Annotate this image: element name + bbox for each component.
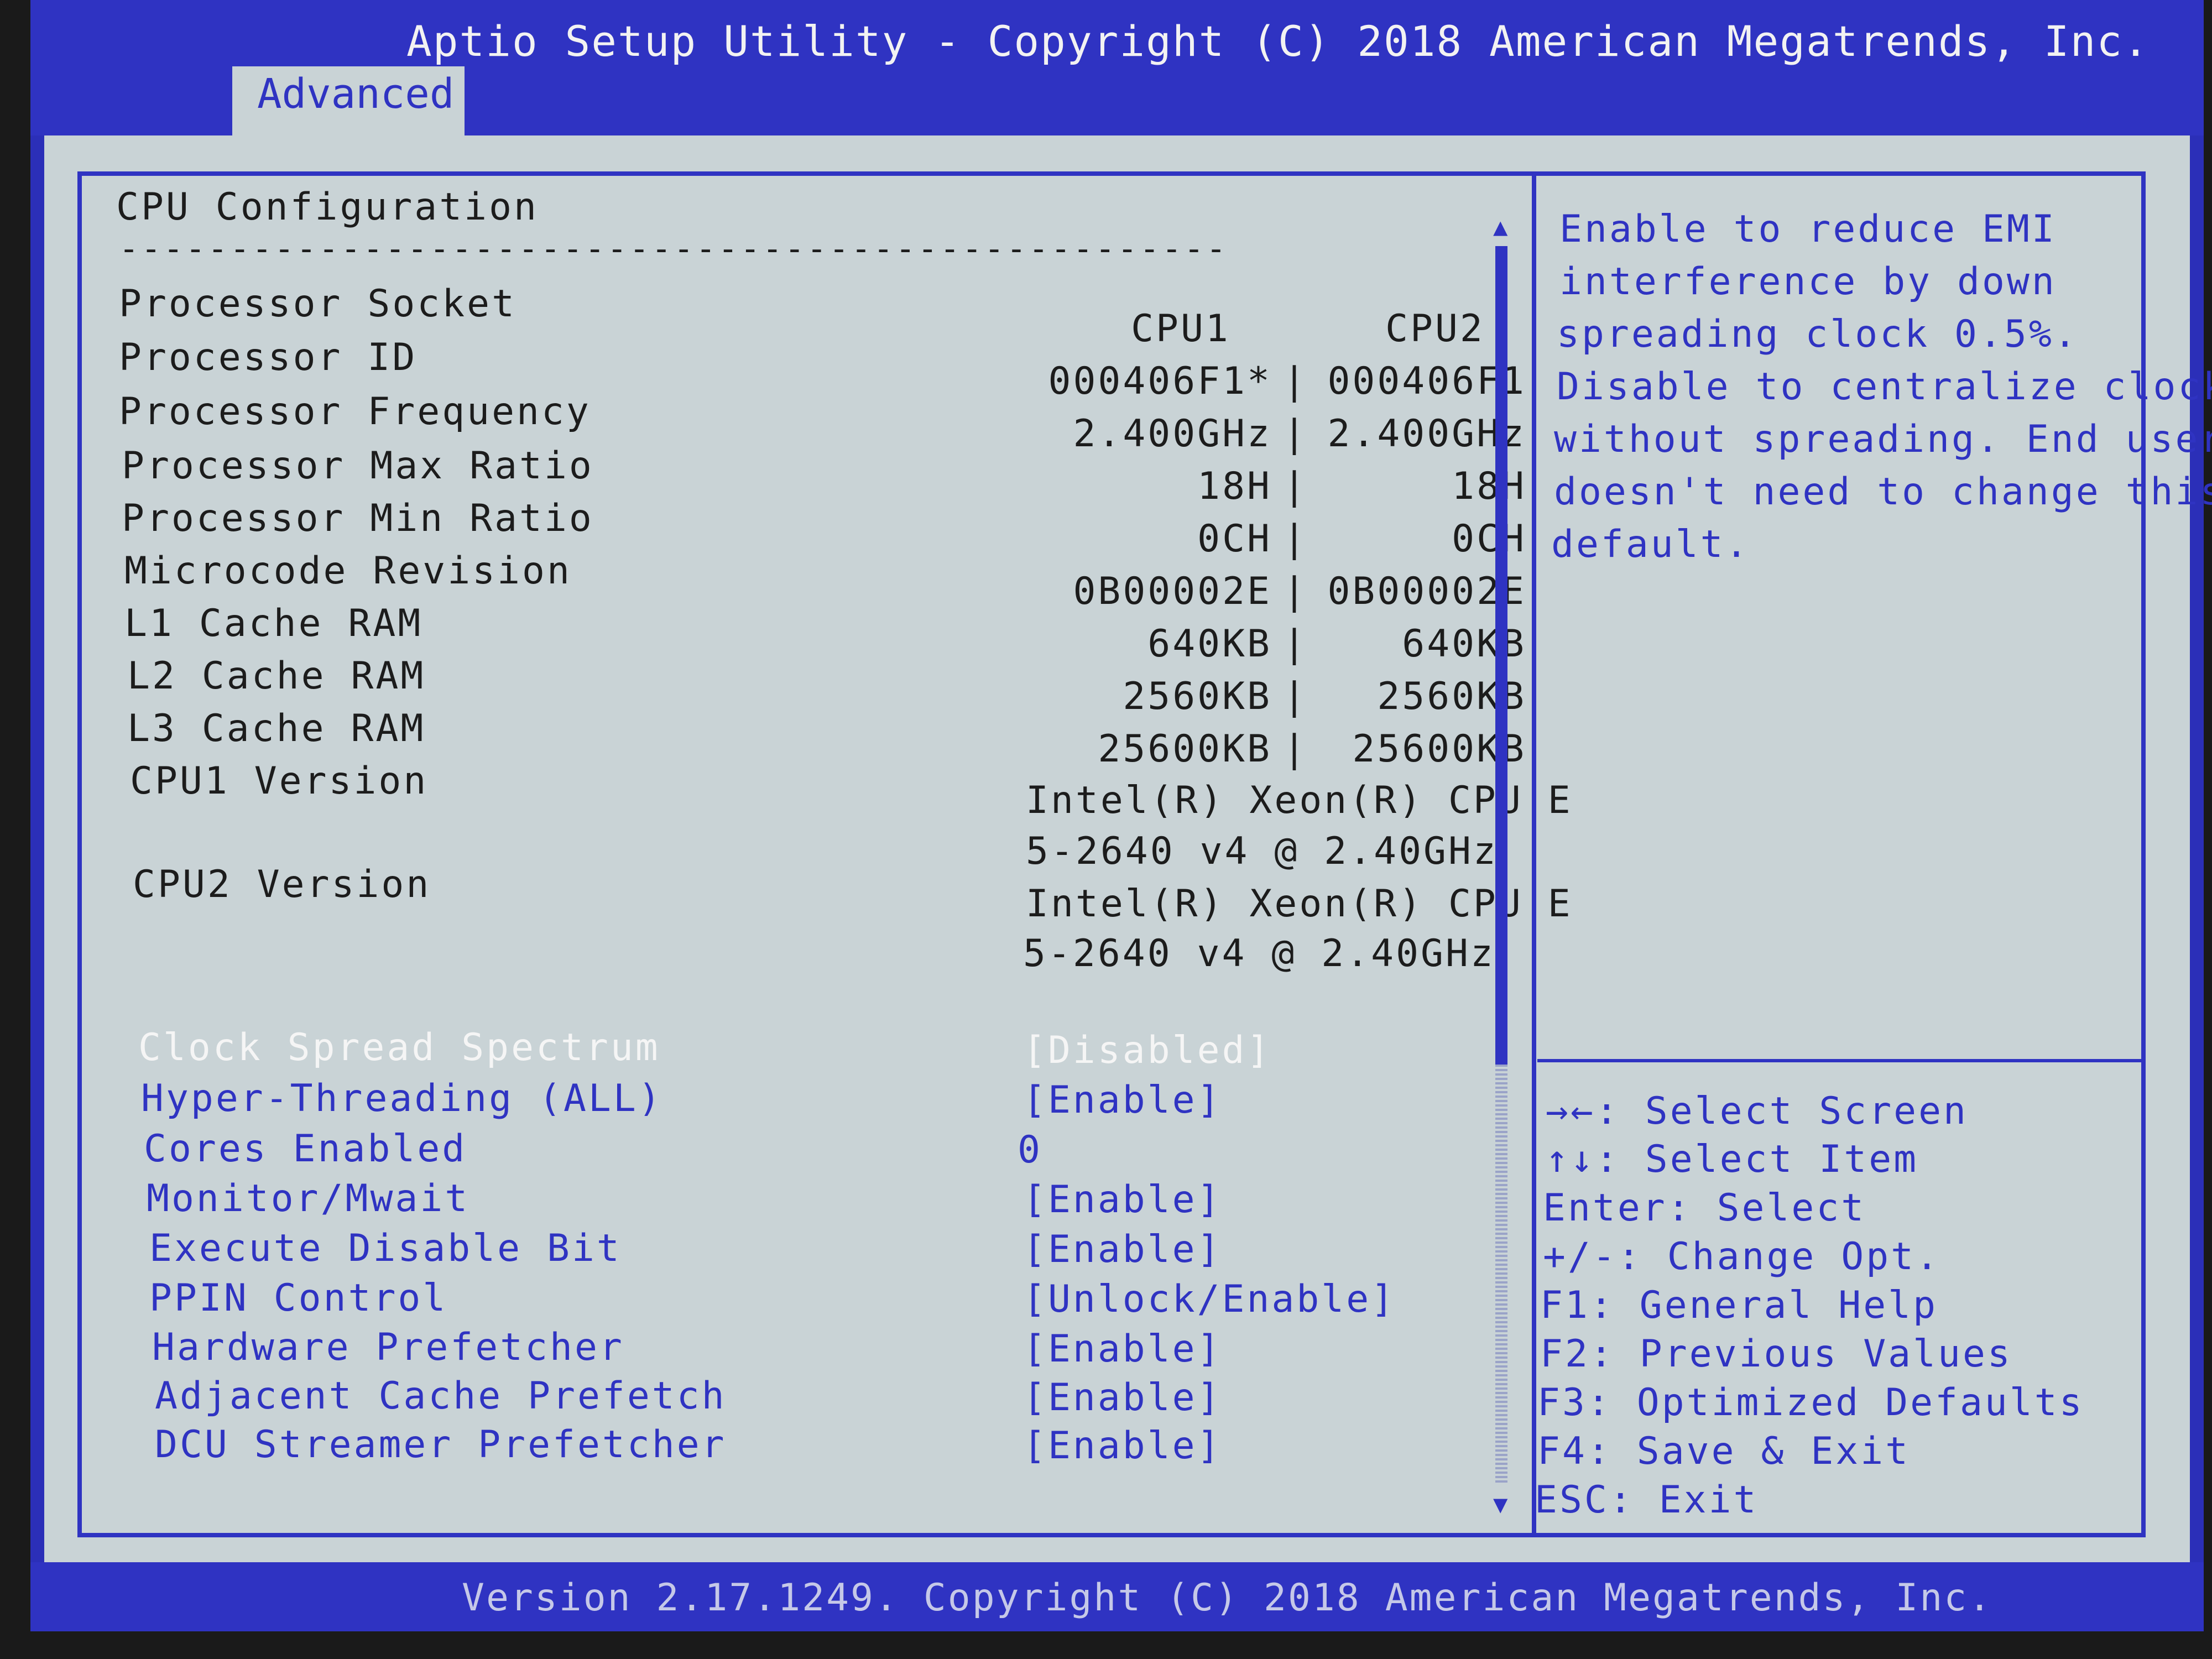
help-line: spreading clock 0.5%. (1557, 312, 2079, 356)
help-line: Disable to centralize clock (1557, 365, 2212, 409)
scroll-up-icon[interactable]: ▲ (1493, 213, 1508, 241)
cpu1-value: 25600KB (1098, 727, 1272, 771)
setting-value[interactable]: 0 (1018, 1128, 1042, 1172)
setting-label: Monitor/Mwait (147, 1177, 470, 1220)
cpu2-version-label: CPU2 Version (133, 863, 431, 906)
key-hint: ↑↓: Select Item (1546, 1138, 1919, 1181)
setting-label: Execute Disable Bit (149, 1227, 622, 1270)
cpu1-value: 2.400GHz (1073, 412, 1272, 456)
title-separator: ----------------------------------------… (119, 229, 1229, 268)
help-line: interference by down (1559, 260, 2057, 304)
setting-label: Clock Spread Spectrum (138, 1026, 660, 1070)
title-bar: Aptio Setup Utility - Copyright (C) 2018… (30, 0, 2204, 135)
help-line: default. (1551, 523, 1750, 566)
cpu1-value: 0B00002E (1073, 570, 1272, 613)
setting-label: PPIN Control (149, 1276, 448, 1320)
key-hint: F3: Optimized Defaults (1537, 1381, 2084, 1425)
setting-label: Adjacent Cache Prefetch (155, 1374, 727, 1418)
cpu2-value: 2560KB (1377, 675, 1526, 718)
bios-screen: Aptio Setup Utility - Copyright (C) 2018… (30, 0, 2212, 1631)
key-hint: →←: Select Screen (1546, 1089, 1968, 1133)
help-line: Enable to reduce EMI (1559, 207, 2057, 251)
cpu2-version-line1: Intel(R) Xeon(R) CPU E (1026, 882, 1573, 926)
cpu1-version-label: CPU1 Version (130, 759, 429, 803)
cpu2-value: 0CH (1452, 517, 1526, 561)
scrollbar[interactable]: ▲ ▼ (1493, 213, 1510, 1551)
setting-value[interactable]: [Enable] (1023, 1078, 1222, 1122)
info-label: L2 Cache RAM (127, 654, 426, 698)
page-title: CPU Configuration (116, 185, 539, 229)
key-hint: ESC: Exit (1535, 1478, 1759, 1522)
info-label: Processor ID (119, 336, 418, 379)
key-hint: Enter: Select (1543, 1186, 1866, 1230)
cpu1-value: 640KB (1147, 622, 1272, 666)
content-area: CPU Configuration ----------------------… (44, 135, 2212, 1562)
version-text: Version 2.17.1249. Copyright (C) 2018 Am… (462, 1576, 1993, 1620)
cpu2-value: 25600KB (1352, 727, 1526, 771)
key-hint: F4: Save & Exit (1537, 1430, 1911, 1473)
info-label: Processor Frequency (119, 390, 591, 434)
help-line: without spreading. End user (1554, 418, 2212, 461)
setting-value[interactable]: [Enable] (1023, 1376, 1222, 1420)
info-label: L3 Cache RAM (127, 707, 426, 750)
setting-value[interactable]: [Enable] (1023, 1424, 1222, 1468)
app-title: Aptio Setup Utility - Copyright (C) 2018… (406, 17, 2150, 66)
info-label: L1 Cache RAM (124, 602, 423, 645)
cpu1-version-line1: Intel(R) Xeon(R) CPU E (1026, 779, 1573, 822)
setting-label: Hardware Prefetcher (152, 1326, 624, 1369)
setting-value[interactable]: [Enable] (1023, 1178, 1222, 1222)
info-label: Processor Min Ratio (122, 497, 594, 540)
cpu1-version-line2: 5-2640 v4 @ 2.40GHz (1026, 830, 1498, 873)
cpu2-value: 18H (1452, 465, 1526, 508)
cpu2-value: 000406F1 (1327, 359, 1526, 403)
setting-value[interactable]: [Enable] (1023, 1327, 1222, 1371)
setting-value[interactable]: [Enable] (1023, 1228, 1222, 1271)
cpu1-header: CPU1 (1131, 307, 1230, 351)
setting-label: Hyper-Threading (ALL) (141, 1077, 663, 1120)
cpu1-value: 000406F1* (1048, 359, 1272, 403)
info-label-processor-socket: Processor Socket (119, 282, 517, 326)
help-divider (1537, 1059, 2146, 1062)
cpu2-value: 640KB (1402, 622, 1526, 666)
cpu2-value: 2.400GHz (1327, 412, 1526, 456)
key-hint: F2: Previous Values (1540, 1332, 2012, 1376)
setting-value[interactable]: [Disabled] (1023, 1029, 1271, 1072)
cpu2-value: 0B00002E (1327, 570, 1526, 613)
setting-label: Cores Enabled (144, 1127, 467, 1171)
scroll-thumb[interactable] (1495, 246, 1507, 1065)
tab-advanced[interactable]: Advanced (232, 66, 465, 135)
setting-label: DCU Streamer Prefetcher (155, 1423, 727, 1467)
help-line: doesn't need to change this (1554, 470, 2212, 514)
info-label: Microcode Revision (124, 549, 572, 593)
key-hint: F1: General Help (1540, 1284, 1938, 1327)
cpu1-value: 18H (1197, 465, 1272, 508)
scroll-down-icon[interactable]: ▼ (1493, 1490, 1508, 1519)
key-hint: +/-: Change Opt. (1543, 1235, 1941, 1279)
cpu2-version-line2: 5-2640 v4 @ 2.40GHz (1023, 932, 1495, 975)
cpu1-value: 0CH (1197, 517, 1272, 561)
panel-divider (1532, 171, 1536, 1537)
setting-value[interactable]: [Unlock/Enable] (1023, 1277, 1396, 1321)
info-label: Processor Max Ratio (122, 444, 594, 488)
footer-bar: Version 2.17.1249. Copyright (C) 2018 Am… (30, 1562, 2204, 1631)
cpu1-value: 2560KB (1123, 675, 1272, 718)
